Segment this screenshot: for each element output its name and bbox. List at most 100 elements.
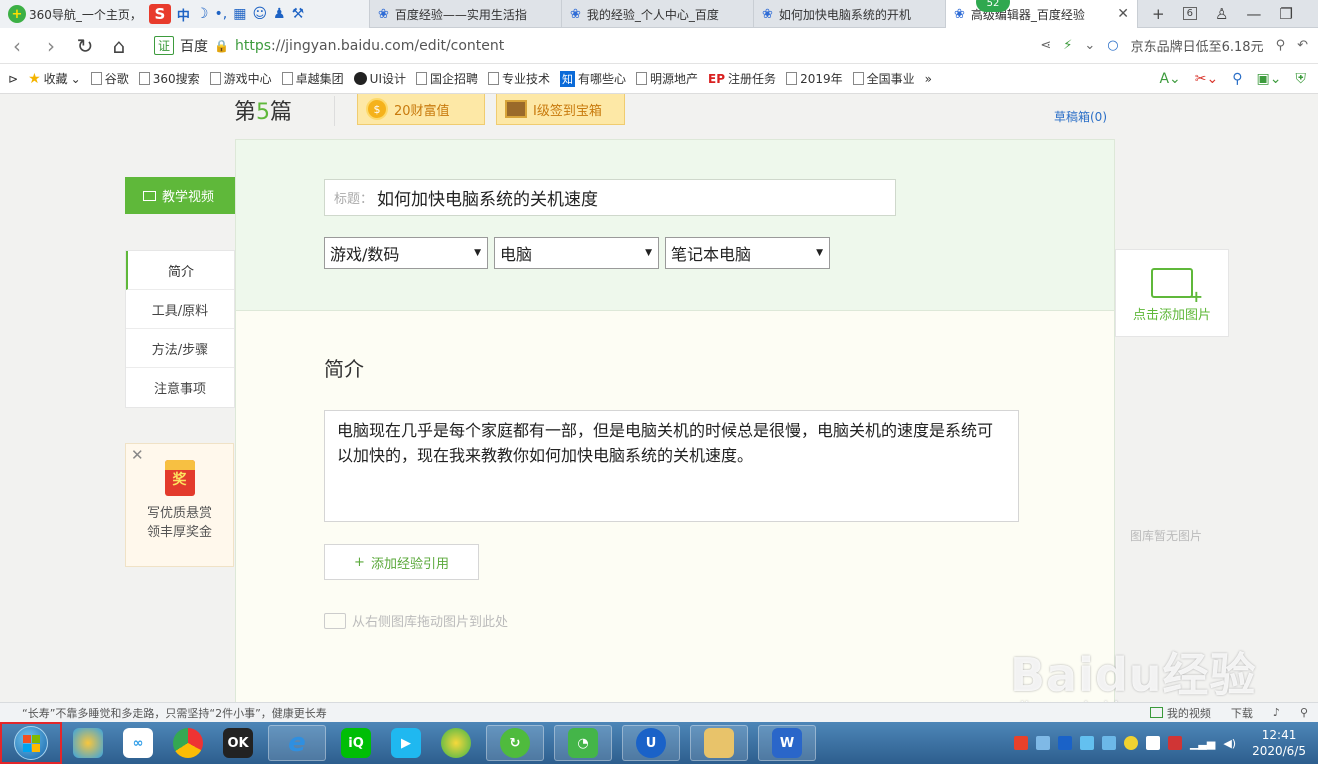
u-app-icon[interactable]: U: [622, 725, 680, 761]
bookmark-item[interactable]: 360搜索: [138, 70, 200, 87]
360-safe-app-icon[interactable]: [436, 725, 476, 761]
gamepad-icon[interactable]: ▣⌄: [1257, 71, 1282, 87]
network-share-tray-icon[interactable]: [1079, 736, 1094, 750]
file-explorer-app-icon[interactable]: [690, 725, 748, 761]
speaker-icon[interactable]: ◀): [1223, 737, 1236, 750]
nav-item-tools[interactable]: 工具/原料: [126, 290, 234, 329]
bookmark-item[interactable]: 明源地产: [636, 70, 698, 87]
undo-icon[interactable]: ↶: [1297, 38, 1308, 53]
bookmark-label: 2019年: [800, 72, 843, 86]
scissors-icon[interactable]: ✂⌄: [1195, 71, 1218, 87]
signal-icon[interactable]: ▁▃▅: [1190, 737, 1215, 750]
url-field[interactable]: 证 百度 🔒 https://jingyan.baidu.com/edit/co…: [154, 36, 504, 56]
search-engine-icon[interactable]: ○: [1107, 38, 1118, 53]
new-tab-icon[interactable]: +: [1152, 5, 1165, 23]
wps-app-icon[interactable]: W: [758, 725, 816, 761]
home-icon[interactable]: ⌂: [102, 34, 136, 58]
news-ticker[interactable]: “长寿”不靠多睡觉和多走路，只需坚持“2件小事”，健康更长寿: [22, 705, 327, 721]
red-envelope-icon: 奖: [164, 460, 195, 496]
restore-icon[interactable]: ❐: [1279, 5, 1292, 23]
bookmark-item[interactable]: UI设计: [353, 70, 406, 87]
tab-personal-center[interactable]: ❀ 我的经验_个人中心_百度: [562, 0, 754, 28]
intro-textarea[interactable]: 电脑现在几乎是每个家庭都有一部，但是电脑关机的时候总是很慢，电脑关机的速度是系统…: [324, 410, 1019, 522]
bookmark-item[interactable]: 游戏中心: [209, 70, 272, 87]
nav-item-steps[interactable]: 方法/步骤: [126, 329, 234, 368]
u-tray-icon[interactable]: [1057, 736, 1072, 750]
add-image-button[interactable]: 点击添加图片: [1115, 249, 1229, 337]
video-player-app-icon[interactable]: ▶: [386, 725, 426, 761]
refresh-icon[interactable]: ↻: [68, 34, 102, 58]
bookmark-item[interactable]: 全国事业: [852, 70, 915, 87]
volume-icon[interactable]: ♪: [1273, 706, 1280, 719]
start-button-highlight[interactable]: [0, 722, 62, 764]
bookmark-item[interactable]: 国企招聘: [415, 70, 478, 87]
bookmark-favorites[interactable]: ★ 收藏 ⌄: [28, 70, 81, 87]
ie-app-icon[interactable]: e: [268, 725, 326, 761]
sign-in-chest-badge[interactable]: I级签到宝箱: [496, 94, 625, 125]
tab-home[interactable]: + 360导航_一个主页， S 中 ☽ •, ▦ ☺ ♟ ⚒: [0, 0, 370, 28]
close-icon[interactable]: ✕: [131, 446, 144, 464]
title-input[interactable]: 标题： 如何加快电脑系统的关机速度: [324, 179, 896, 216]
shirt-skin-icon[interactable]: ♙: [1215, 5, 1228, 23]
category-select-1[interactable]: 游戏/数码 ▼: [324, 237, 488, 269]
minimize-icon[interactable]: —: [1246, 5, 1261, 23]
search-ad-text[interactable]: 京东品牌日低至6.18元: [1131, 36, 1264, 55]
add-quote-button[interactable]: + 添加经验引用: [324, 544, 479, 580]
drafts-link[interactable]: 草稿箱(0): [1054, 108, 1107, 125]
dropdown-icon[interactable]: ⌄: [1084, 38, 1095, 53]
bookmark-item[interactable]: 知有哪些心: [560, 70, 626, 87]
tab-jingyan-home[interactable]: ❀ 百度经验——实用生活指: [370, 0, 562, 28]
360-tray-icon[interactable]: [1123, 736, 1138, 750]
back-arrow-icon[interactable]: ‹: [0, 34, 34, 58]
user-card-icon: ☺: [252, 6, 268, 22]
security-tray-icon[interactable]: [1167, 736, 1182, 750]
forward-arrow-icon[interactable]: ›: [34, 34, 68, 58]
360-browser-active-app-icon[interactable]: ↻: [486, 725, 544, 761]
cube-tray-icon[interactable]: [1035, 736, 1050, 750]
more-bookmarks-icon[interactable]: »: [925, 72, 932, 86]
download-button[interactable]: 下载: [1231, 705, 1253, 721]
magnifier-icon[interactable]: ⚲: [1232, 71, 1242, 87]
video-app-icon[interactable]: OK: [218, 725, 258, 761]
baidu-netdisk-app-icon[interactable]: ∞: [118, 725, 158, 761]
nav-item-intro[interactable]: 简介: [126, 251, 234, 290]
tutorial-video-button[interactable]: 教学视频: [125, 177, 235, 214]
certificate-badge[interactable]: 证: [154, 36, 175, 55]
sidebar-toggle-icon[interactable]: ⊳: [8, 72, 18, 86]
iqiyi-app-icon[interactable]: iQ: [336, 725, 376, 761]
share-icon[interactable]: ⋖: [1040, 38, 1051, 53]
bookmark-item[interactable]: 卓越集团: [281, 70, 344, 87]
device-tray-icon[interactable]: [1145, 736, 1160, 750]
bookmark-item[interactable]: EP 注册任务: [708, 70, 776, 87]
search-icon[interactable]: ⚲: [1276, 38, 1286, 53]
close-icon[interactable]: ✕: [1117, 6, 1129, 22]
reward-promo[interactable]: ✕ 奖 写优质悬赏 领丰厚奖金: [125, 443, 234, 567]
taskbar-clock[interactable]: 12:41 2020/6/5: [1252, 727, 1306, 759]
category-select-2[interactable]: 电脑 ▼: [494, 237, 659, 269]
chrome-app-icon[interactable]: [168, 725, 208, 761]
bookmark-item[interactable]: 2019年: [786, 70, 843, 87]
bookmark-item[interactable]: 谷歌: [90, 70, 129, 87]
translate-icon[interactable]: A⌄: [1159, 71, 1180, 87]
wealth-badge[interactable]: $ 20财富值: [357, 94, 485, 125]
tab-editor-active[interactable]: 52 ❀ 高级编辑器_百度经验 ✕: [946, 0, 1138, 28]
wechat-app-icon[interactable]: ◔: [554, 725, 612, 761]
keyboard-icon: ▦: [233, 6, 247, 22]
tab-article[interactable]: ❀ 如何加快电脑系统的开机: [754, 0, 946, 28]
nav-item-notes[interactable]: 注意事项: [126, 368, 234, 407]
360-browser-app-icon[interactable]: [68, 725, 108, 761]
tab-count-badge[interactable]: 6: [1182, 7, 1197, 20]
display-tray-icon[interactable]: [1101, 736, 1116, 750]
lightning-icon[interactable]: ⚡: [1063, 38, 1072, 53]
shield-icon[interactable]: ⛨: [1296, 71, 1307, 87]
search-icon[interactable]: ⚲: [1300, 706, 1308, 719]
page-icon: [90, 72, 102, 85]
sogou-tray-icon[interactable]: [1013, 736, 1028, 750]
browser-status-bar: “长寿”不靠多睡觉和多走路，只需坚持“2件小事”，健康更长寿 我的视频 下载 ♪…: [0, 702, 1318, 722]
my-video-button[interactable]: 我的视频: [1149, 705, 1211, 721]
bookmark-item[interactable]: 专业技术: [488, 70, 550, 87]
ime-toolbar[interactable]: S 中 ☽ •, ▦ ☺ ♟ ⚒: [148, 4, 304, 24]
bookmark-label: 收藏: [43, 72, 68, 86]
category-select-3[interactable]: 笔记本电脑 ▼: [665, 237, 830, 269]
article-count-number: 5: [256, 100, 271, 125]
